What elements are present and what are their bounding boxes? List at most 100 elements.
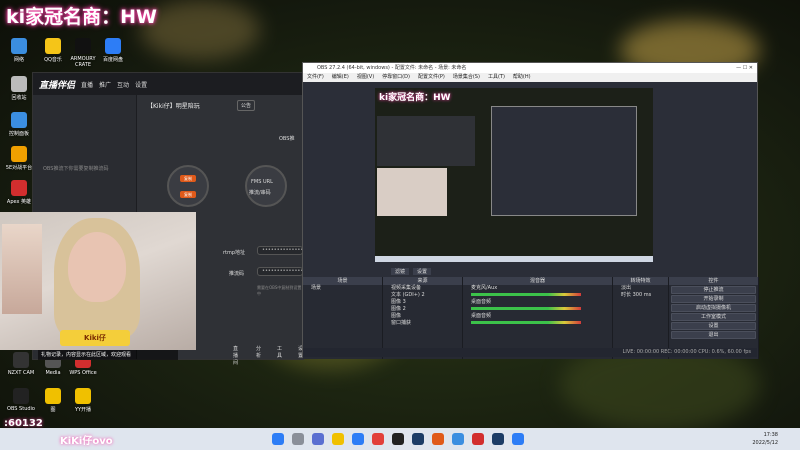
dock-item[interactable]: 图像 2 bbox=[383, 306, 462, 313]
desktop-icon-label: ARMOURY CRATE bbox=[70, 56, 96, 68]
dock-item[interactable]: 桌面音频 bbox=[463, 299, 612, 313]
search-icon[interactable] bbox=[292, 433, 304, 445]
dock-title: 来源 bbox=[383, 277, 462, 285]
desktop-icon[interactable]: OBS Studio bbox=[4, 388, 38, 412]
wechat-icon[interactable] bbox=[452, 433, 464, 445]
bottom-item-stats[interactable]: 分析 bbox=[256, 345, 261, 366]
dock-title: 场景 bbox=[303, 277, 382, 285]
dock-item[interactable]: 图像 3 bbox=[383, 299, 462, 306]
dock-item[interactable]: 时长 300 ms bbox=[613, 292, 668, 299]
tab-interact[interactable]: 互动 bbox=[117, 80, 129, 89]
volume-meter[interactable] bbox=[471, 293, 581, 296]
control-button[interactable]: 开始录制 bbox=[671, 295, 756, 303]
obs-menu-item[interactable]: 文件(F) bbox=[307, 73, 324, 82]
dock-item[interactable]: 淡出 bbox=[613, 285, 668, 292]
tab-filters[interactable]: 滤镜 bbox=[391, 268, 410, 275]
dock-item[interactable]: 视频采集设备 bbox=[383, 285, 462, 292]
explorer-icon[interactable] bbox=[332, 433, 344, 445]
desktop-icon[interactable]: Apex 英雄 bbox=[2, 180, 36, 205]
clock-date: 2022/5/12 bbox=[752, 440, 778, 446]
control-button[interactable]: 工作室模式 bbox=[671, 313, 756, 321]
control-button[interactable]: 退出 bbox=[671, 331, 756, 339]
desktop-icon[interactable]: YY开播 bbox=[66, 388, 100, 413]
room-tag[interactable]: 公告 bbox=[237, 100, 256, 111]
dock-item[interactable]: 桌面音频 bbox=[463, 313, 612, 327]
desktop-icon[interactable]: ARMOURY CRATE bbox=[66, 38, 100, 68]
steam-icon-2[interactable] bbox=[492, 433, 504, 445]
dock-item[interactable]: 窗口捕获 bbox=[383, 320, 462, 327]
tab-live[interactable]: 直播 bbox=[81, 80, 93, 89]
dock-item[interactable]: 场景 bbox=[303, 285, 382, 292]
server-label: rtmp地址 bbox=[223, 250, 246, 256]
desktop-icon-label: WPS Office bbox=[69, 370, 97, 376]
desktop-icon[interactable]: 百度网盘 bbox=[96, 38, 130, 63]
tab-promo[interactable]: 推广 bbox=[99, 80, 111, 89]
tab-props[interactable]: 设置 bbox=[413, 268, 432, 275]
qq-icon[interactable] bbox=[512, 433, 524, 445]
clock[interactable]: 17:38 2022/5/12 bbox=[752, 431, 778, 447]
dock-item[interactable]: 图像 bbox=[383, 313, 462, 320]
start-icon[interactable] bbox=[272, 433, 284, 445]
dock-item[interactable]: 文本 (GDI+) 2 bbox=[383, 292, 462, 299]
fms-circle bbox=[245, 165, 287, 207]
obs-dock: 场景 场景 bbox=[303, 277, 383, 359]
bottom-item-tools[interactable]: 工具 bbox=[277, 345, 282, 366]
preview-taskbar bbox=[375, 256, 653, 262]
desktop-icon-label: 5E对战平台 bbox=[5, 165, 33, 171]
copy-button[interactable]: 复制 bbox=[180, 175, 196, 182]
obs-menu-item[interactable]: 工具(T) bbox=[488, 73, 505, 82]
taskview-icon[interactable] bbox=[312, 433, 324, 445]
bottom-item-room[interactable]: 直播间 bbox=[233, 345, 240, 366]
obs-menu-item[interactable]: 场景集合(S) bbox=[453, 73, 480, 82]
tab-settings[interactable]: 设置 bbox=[135, 80, 147, 89]
obs-menu-item[interactable]: 编辑(E) bbox=[332, 73, 349, 82]
control-button[interactable]: 停止推流 bbox=[671, 286, 756, 294]
obs-dock: 转场特效 淡出 时长 300 ms bbox=[613, 277, 669, 359]
obs-menu-item[interactable]: 配置文件(P) bbox=[418, 73, 445, 82]
hint-text: 需要在OBS中复制到设置中 bbox=[257, 285, 302, 296]
edge-icon[interactable] bbox=[352, 433, 364, 445]
control-button[interactable]: 设置 bbox=[671, 322, 756, 330]
copy-button-2[interactable]: 复制 bbox=[180, 191, 196, 198]
desktop-icon-label: YY开播 bbox=[74, 407, 92, 413]
key-input[interactable]: •••••••••••••••• bbox=[257, 267, 309, 276]
dock-title: 控件 bbox=[669, 277, 758, 285]
server-input[interactable]: •••••••••••••••• bbox=[257, 246, 309, 255]
app-taskbar-icon[interactable] bbox=[432, 433, 444, 445]
preview-webcam bbox=[377, 168, 447, 216]
app-icon bbox=[45, 38, 61, 54]
dock-item[interactable]: 麦克风/Aux bbox=[463, 285, 612, 299]
obs-window: OBS 27.2.4 (64-bit, windows) - 配置文件: 未命名… bbox=[302, 62, 759, 359]
app-taskbar-icon-2[interactable] bbox=[472, 433, 484, 445]
dock-title: 混音器 bbox=[463, 277, 612, 285]
volume-meter[interactable] bbox=[471, 307, 581, 310]
obs-menu-item[interactable]: 帮助(H) bbox=[513, 73, 531, 82]
volume-meter[interactable] bbox=[471, 321, 581, 324]
desktop-icon[interactable]: 图 bbox=[36, 388, 70, 413]
preview-nested-obs bbox=[491, 106, 637, 216]
steam-icon[interactable] bbox=[412, 433, 424, 445]
desktop-icon[interactable]: 网络 bbox=[2, 38, 36, 63]
preview-banner: ki家冠名商：HW bbox=[379, 93, 451, 103]
obs-dock: 来源 视频采集设备 文本 (GDI+) 2 图像 3 图像 2 图像 窗口捕获 bbox=[383, 277, 463, 359]
desktop-icon[interactable]: 回收站 bbox=[2, 76, 36, 101]
chat-overlay: 礼物记录，内容显示在此区域，欢迎观看 bbox=[38, 350, 178, 360]
obs-dock: 混音器 麦克风/Aux 桌面音频 桌面音频 bbox=[463, 277, 613, 359]
obs-menu-item[interactable]: 视图(V) bbox=[357, 73, 374, 82]
chrome-icon[interactable] bbox=[372, 433, 384, 445]
cam-badge: Kiki仔 bbox=[60, 330, 130, 346]
obs-preview: ki家冠名商：HW bbox=[375, 88, 653, 262]
desktop-icon[interactable]: QQ音乐 bbox=[36, 38, 70, 63]
desktop-icon[interactable]: 5E对战平台 bbox=[2, 146, 36, 171]
streamer-face bbox=[68, 232, 126, 302]
app-logo: 直播伴侣 bbox=[39, 80, 76, 91]
control-button[interactable]: 启动虚拟摄像机 bbox=[671, 304, 756, 312]
desktop-icon-label: 百度网盘 bbox=[102, 57, 123, 63]
taskbar: 17:38 2022/5/12 bbox=[0, 428, 800, 450]
app-icon bbox=[13, 352, 29, 368]
push-circle bbox=[167, 165, 209, 207]
desktop-icon[interactable]: 控制面板 bbox=[2, 112, 36, 137]
obs-menu-item[interactable]: 停靠窗口(D) bbox=[382, 73, 410, 82]
obs-taskbar-icon[interactable] bbox=[392, 433, 404, 445]
window-controls-icon[interactable]: — ☐ ✕ bbox=[736, 63, 753, 73]
